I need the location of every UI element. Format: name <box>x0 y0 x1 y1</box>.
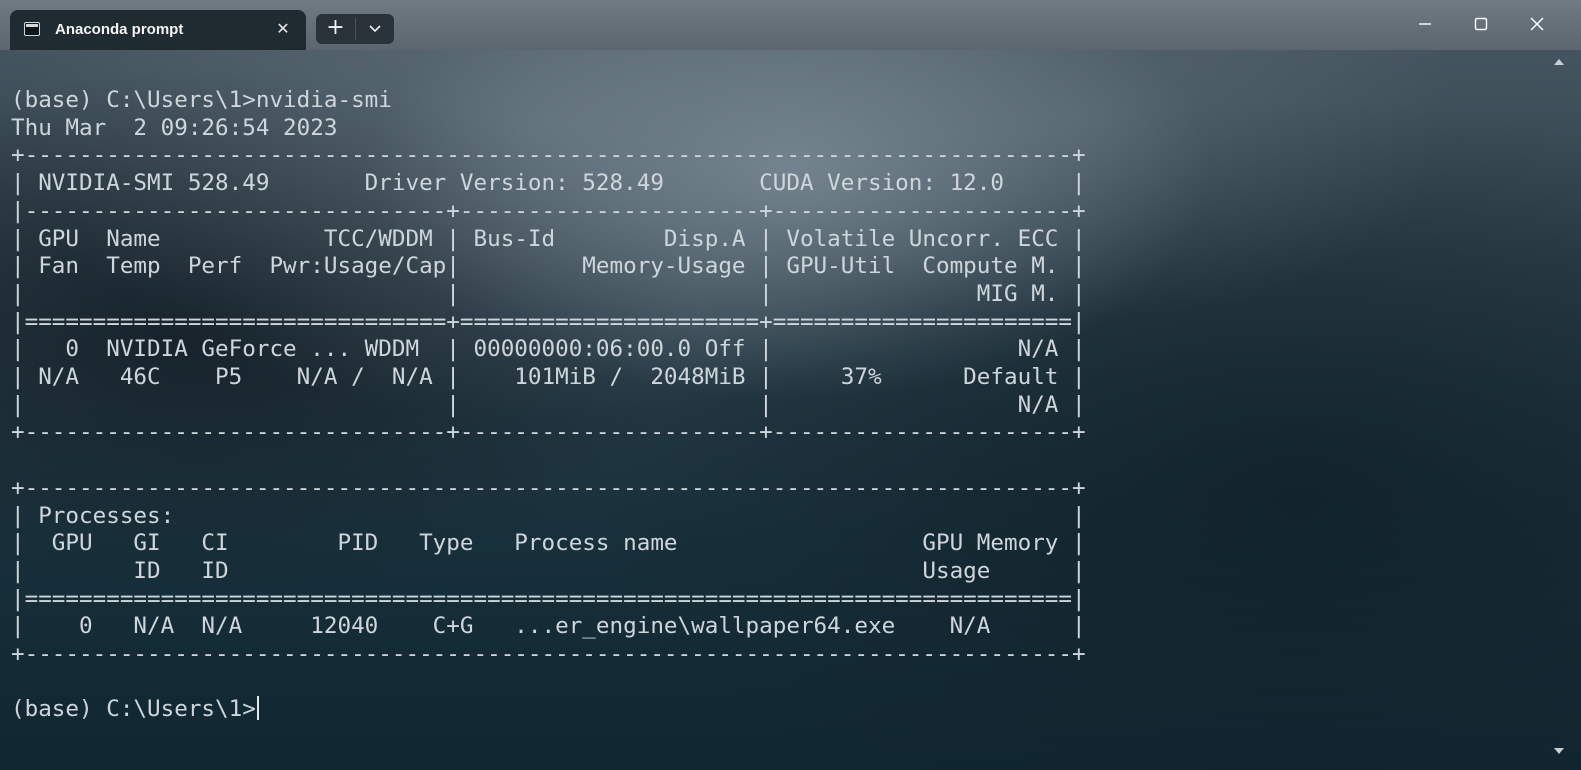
terminal-line: | Processes: | <box>11 502 1086 529</box>
terminal-line: | GPU Name TCC/WDDM | Bus-Id Disp.A | Vo… <box>11 225 1086 252</box>
tab-title: Anaconda prompt <box>55 21 184 38</box>
terminal-output[interactable]: (base) C:\Users\1>nvidia-smi Thu Mar 2 0… <box>0 50 1548 770</box>
terminal-line: +---------------------------------------… <box>11 142 1086 169</box>
terminal-line: | GPU GI CI PID Type Process name GPU Me… <box>11 530 1086 557</box>
terminal-line: | 0 N/A N/A 12040 C+G ...er_engine\wallp… <box>11 613 1086 640</box>
terminal-line: | | | MIG M. | <box>11 280 1086 307</box>
terminal-line: | 0 NVIDIA GeForce ... WDDM | 00000000:0… <box>11 336 1086 363</box>
minimize-button[interactable] <box>1398 0 1454 48</box>
terminal-line: | NVIDIA-SMI 528.49 Driver Version: 528.… <box>11 170 1086 197</box>
terminal-line: (base) C:\Users\1> <box>11 696 256 723</box>
terminal-line: |-------------------------------+-------… <box>11 197 1086 224</box>
close-icon <box>1530 17 1544 31</box>
chevron-down-icon <box>369 25 381 33</box>
terminal-line: +---------------------------------------… <box>11 641 1086 668</box>
scroll-up-icon[interactable] <box>1553 56 1565 68</box>
terminal-window: Anaconda prompt ✕ + (base) C:\Users\1>nv… <box>0 0 1581 770</box>
terminal-line: |=======================================… <box>11 585 1086 612</box>
terminal-line: | Fan Temp Perf Pwr:Usage/Cap| Memory-Us… <box>11 253 1086 280</box>
scroll-down-icon[interactable] <box>1553 745 1565 757</box>
tab-dropdown-button[interactable] <box>356 14 394 44</box>
new-tab-group: + <box>316 14 394 44</box>
text-cursor <box>256 696 259 721</box>
terminal-line: | | | N/A | <box>11 391 1086 418</box>
terminal-line: +---------------------------------------… <box>11 474 1086 501</box>
title-bar[interactable]: Anaconda prompt ✕ + <box>0 0 1581 50</box>
maximize-button[interactable] <box>1454 0 1510 48</box>
close-button[interactable] <box>1510 0 1566 48</box>
maximize-icon <box>1474 17 1488 31</box>
terminal-line: (base) C:\Users\1>nvidia-smi <box>11 87 392 113</box>
terminal-text: (base) C:\Users\1>nvidia-smi Thu Mar 2 0… <box>11 87 1086 724</box>
tab-close-button[interactable]: ✕ <box>272 18 294 40</box>
tab-anaconda-prompt[interactable]: Anaconda prompt ✕ <box>10 10 306 50</box>
scrollbar[interactable] <box>1548 50 1581 770</box>
terminal-line: | ID ID Usage | <box>11 557 1086 584</box>
new-tab-button[interactable]: + <box>316 14 355 44</box>
terminal-line: Thu Mar 2 09:26:54 2023 <box>11 114 338 141</box>
terminal-line: | N/A 46C P5 N/A / N/A | 101MiB / 2048Mi… <box>11 364 1086 391</box>
terminal-icon <box>24 22 40 36</box>
terminal-line: +-------------------------------+-------… <box>11 419 1086 446</box>
minimize-icon <box>1419 23 1431 25</box>
terminal-line: |===============================+=======… <box>11 308 1086 335</box>
